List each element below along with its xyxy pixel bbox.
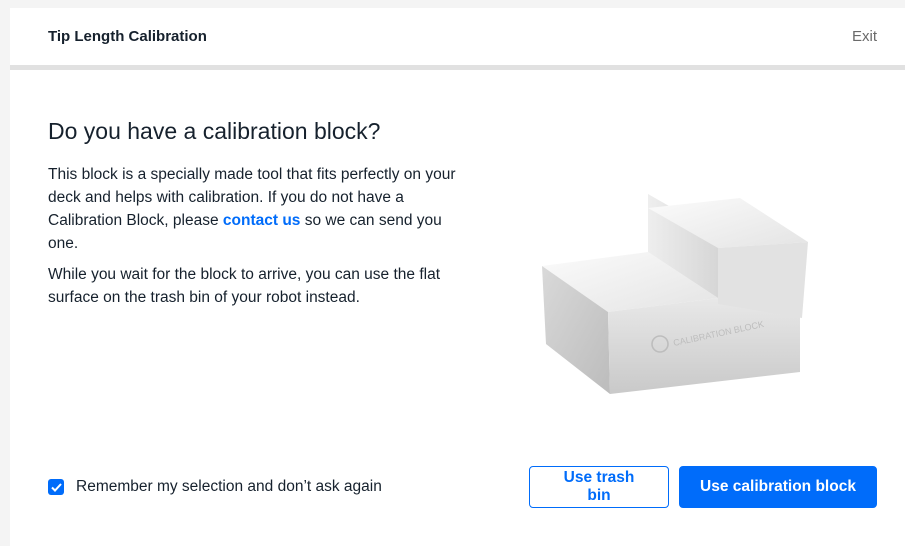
remember-selection-checkbox[interactable]: Remember my selection and don’t ask agai…: [48, 478, 382, 496]
description: This block is a specially made tool that…: [48, 163, 468, 309]
check-icon[interactable]: [48, 479, 64, 495]
modal-header: Tip Length Calibration Exit: [10, 8, 905, 70]
modal-footer: Remember my selection and don’t ask agai…: [10, 463, 905, 511]
calibration-block-image: CALIBRATION BLOCK: [542, 194, 808, 394]
contact-us-link[interactable]: contact us: [223, 212, 301, 229]
use-calibration-block-button[interactable]: Use calibration block: [679, 466, 877, 508]
modal-content: Do you have a calibration block? This bl…: [10, 118, 905, 394]
description-paragraph-2: While you wait for the block to arrive, …: [48, 266, 440, 306]
calibration-modal: Tip Length Calibration Exit Do you have …: [10, 8, 905, 546]
checkbox-label: Remember my selection and don’t ask agai…: [76, 478, 382, 495]
modal-title: Tip Length Calibration: [48, 28, 207, 45]
use-trash-bin-button[interactable]: Use trash bin: [529, 466, 669, 508]
page-heading: Do you have a calibration block?: [48, 118, 381, 144]
description-paragraph-1: This block is a specially made tool that…: [48, 163, 468, 255]
exit-link[interactable]: Exit: [852, 28, 877, 45]
